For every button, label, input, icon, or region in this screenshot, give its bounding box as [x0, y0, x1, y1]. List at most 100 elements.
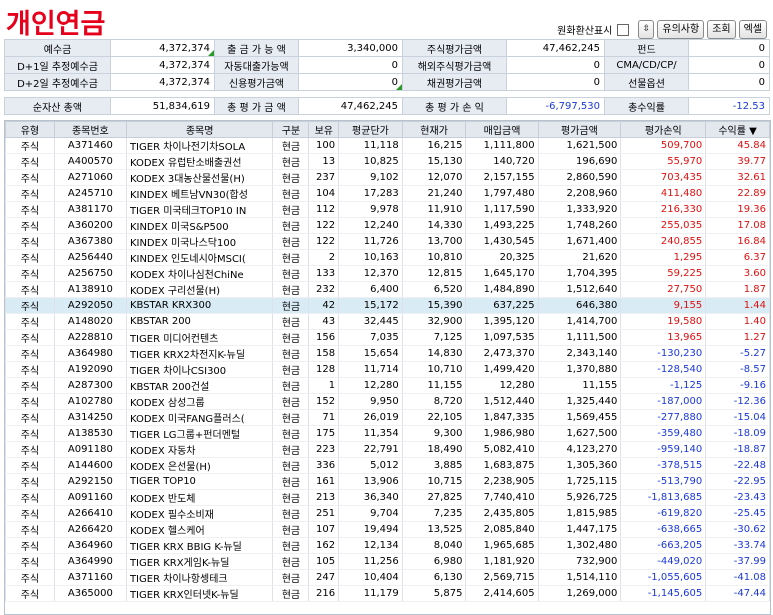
column-header[interactable]: 보유	[308, 121, 340, 138]
table-cell: 12,370	[338, 265, 403, 282]
table-cell: 현금	[272, 249, 310, 266]
table-row[interactable]: 주식 A292050 KBSTAR KRX300 현금 42 15,172 15,390 63…	[5, 297, 770, 314]
table-cell: 105	[308, 553, 340, 570]
spin-updown-icon[interactable]: ⇳	[638, 20, 655, 39]
table-cell: A256440	[53, 249, 127, 266]
table-cell: 1,111,500	[537, 329, 622, 346]
table-cell: A364960	[53, 537, 127, 554]
holdings-grid[interactable]: 유형 종목번호 종목명 구분 보유 평균단가 현재가 매입금액 평가금액 평가손익 수익률 ▼ 주식…	[4, 120, 771, 615]
table-row[interactable]: 주식 A138530 TIGER LG그룹+펀더멘털 현금 175 11,354 9,300…	[5, 425, 770, 442]
table-cell: 현금	[272, 585, 310, 602]
table-row[interactable]: 주식 A367380 KINDEX 미국나스닥100 현금 122 11,726 13,70…	[5, 233, 770, 250]
column-header[interactable]: 평가금액	[537, 121, 622, 138]
table-cell: 216	[308, 585, 340, 602]
table-row[interactable]: 주식 A364990 TIGER KRX게임K-뉴딜 현금 105 11,256 6,980…	[5, 553, 770, 570]
column-header[interactable]: 종목명	[125, 121, 274, 138]
table-cell: 5,012	[338, 457, 403, 474]
table-cell: 17.08	[705, 217, 770, 234]
table-row[interactable]: 주식 A360200 KINDEX 미국S&P500 현금 122 12,240 14,33…	[5, 217, 770, 234]
table-cell: 주식	[5, 585, 55, 602]
column-header[interactable]: 수익률 ▼	[705, 121, 770, 138]
summary-label: 주식평가금액	[402, 39, 507, 57]
table-cell: 43	[308, 313, 340, 330]
table-row[interactable]: 주식 A287300 KBSTAR 200건설 현금 1 12,280 11,155 12,2…	[5, 377, 770, 394]
table-row[interactable]: 주식 A192090 TIGER 차이나CSI300 현금 128 11,714 10,71…	[5, 361, 770, 378]
column-header[interactable]: 유형	[5, 121, 55, 138]
table-cell: 1,704,395	[537, 265, 622, 282]
table-row[interactable]: 주식 A148020 KBSTAR 200 현금 43 32,445 32,900 1,395…	[5, 313, 770, 330]
notes-button[interactable]: 유의사항	[657, 20, 705, 39]
table-row[interactable]: 주식 A144600 KODEX 은선물(H) 현금 336 5,012 3,885 1,68…	[5, 457, 770, 474]
table-cell: 주식	[5, 265, 55, 282]
totals-value: 51,834,619	[110, 97, 215, 115]
summary-value: 3,340,000	[298, 39, 403, 57]
table-row[interactable]: 주식 A091180 KODEX 자동차 현금 223 22,791 18,490 5,082…	[5, 441, 770, 458]
table-cell: 9,102	[338, 169, 403, 186]
table-row[interactable]: 주식 A266420 KODEX 헬스케어 현금 107 19,494 13,525 2,08…	[5, 521, 770, 538]
table-row[interactable]: 주식 A364980 TIGER KRX2차전지K-뉴딜 현금 158 15,654 14,…	[5, 345, 770, 362]
summary-value: 47,462,245	[506, 39, 605, 57]
summary-value: 0	[688, 39, 770, 57]
table-row[interactable]: 주식 A138910 KODEX 구리선물(H) 현금 232 6,400 6,520 1,4…	[5, 281, 770, 298]
query-button[interactable]: 조회	[707, 20, 736, 39]
table-row[interactable]: 주식 A364960 TIGER KRX BBIG K-뉴딜 현금 162 12,134 8…	[5, 537, 770, 554]
column-header[interactable]: 현재가	[401, 121, 467, 138]
table-row[interactable]: 주식 A381170 TIGER 미국테크TOP10 IN 현금 112 9,978 11,…	[5, 201, 770, 218]
summary-value: 4,372,374	[110, 73, 215, 91]
table-cell: 1,333,920	[537, 201, 622, 218]
table-cell: 14,330	[401, 217, 467, 234]
table-cell: 주식	[5, 489, 55, 506]
column-header[interactable]: 평균단가	[338, 121, 403, 138]
table-cell: A364980	[53, 345, 127, 362]
summary-label: 신용평가금액	[214, 73, 299, 91]
column-header[interactable]: 매입금액	[465, 121, 539, 138]
table-row[interactable]: 주식 A400570 KODEX 유럽탄소배출권선 현금 13 10,825 15,130 1…	[5, 153, 770, 170]
table-row[interactable]: 주식 A371160 TIGER 차이나항셍테크 현금 247 10,404 6,130 2,…	[5, 569, 770, 586]
column-header[interactable]: 구분	[272, 121, 310, 138]
table-cell: 15,172	[338, 297, 403, 314]
table-row[interactable]: 주식 A102780 KODEX 삼성그룹 현금 152 9,950 8,720 1,512,…	[5, 393, 770, 410]
table-cell: 1,325,440	[537, 393, 622, 410]
table-cell: 1,512,440	[465, 393, 539, 410]
summary-row: 예수금 4,372,374 출 금 가 능 액 3,340,000 주식평가금액…	[4, 39, 770, 57]
column-header[interactable]: 종목번호	[53, 121, 127, 138]
account-totals: 순자산 총액 51,834,619 총 평 가 금 액 47,462,245 총…	[4, 97, 770, 115]
table-cell: 현금	[272, 281, 310, 298]
table-row[interactable]: 주식 A314250 KODEX 미국FANG플러스(현금 71 26,019 22,10…	[5, 409, 770, 426]
table-cell: 12,070	[401, 169, 467, 186]
table-cell: A314250	[53, 409, 127, 426]
table-row[interactable]: 주식 A091160 KODEX 반도체 현금 213 36,340 27,825 7,740…	[5, 489, 770, 506]
table-row[interactable]: 주식 A256750 KODEX 차이나심천ChiNe 현금 133 12,370 12,8…	[5, 265, 770, 282]
table-cell: A138530	[53, 425, 127, 442]
table-cell: KODEX 유럽탄소배출권선	[125, 153, 274, 170]
table-row[interactable]: 주식 A245710 KINDEX 베트남VN30(합성 현금 104 17,283 21,…	[5, 185, 770, 202]
table-cell: 18,490	[401, 441, 467, 458]
table-cell: 현금	[272, 217, 310, 234]
table-row[interactable]: 주식 A228810 TIGER 미디어컨텐츠 현금 156 7,035 7,125 1,09…	[5, 329, 770, 346]
excel-button[interactable]: 엑셀	[738, 20, 767, 39]
table-cell: -128,540	[620, 361, 707, 378]
table-cell: -1,145,605	[620, 585, 707, 602]
table-row[interactable]: 주식 A271060 KODEX 3대농산물선물(H) 현금 237 9,102 12,07…	[5, 169, 770, 186]
fx-display-checkbox[interactable]	[617, 23, 630, 36]
table-cell: 1,683,875	[465, 457, 539, 474]
table-cell: 2	[308, 249, 340, 266]
table-row[interactable]: 주식 A256440 KINDEX 인도네시아MSCI(현금 2 10,163 10,81…	[5, 249, 770, 266]
table-cell: 5,926,725	[537, 489, 622, 506]
table-row[interactable]: 주식 A266410 KODEX 필수소비재 현금 251 9,704 7,235 2,435…	[5, 505, 770, 522]
table-row[interactable]: 주식 A371460 TIGER 차이나전기차SOLA 현금 100 11,118 16,2…	[5, 137, 770, 154]
table-row[interactable]: 주식 A365000 TIGER KRX인터넷K-뉴딜 현금 216 11,179 5,87…	[5, 585, 770, 602]
table-cell: 133	[308, 265, 340, 282]
table-cell: 주식	[5, 393, 55, 410]
table-cell: 411,480	[620, 185, 707, 202]
table-row[interactable]: 주식 A292150 TIGER TOP10 현금 161 13,906 10,715 2,2…	[5, 473, 770, 490]
table-cell: 17,283	[338, 185, 403, 202]
column-header[interactable]: 평가손익	[620, 121, 707, 138]
table-cell: A192090	[53, 361, 127, 378]
table-cell: 6.37	[705, 249, 770, 266]
table-cell: 11,118	[338, 137, 403, 154]
table-cell: 현금	[272, 393, 310, 410]
table-cell: 1,627,500	[537, 425, 622, 442]
summary-value: 4,372,374	[110, 39, 215, 57]
summary-label: CMA/CD/CP/	[604, 56, 689, 74]
